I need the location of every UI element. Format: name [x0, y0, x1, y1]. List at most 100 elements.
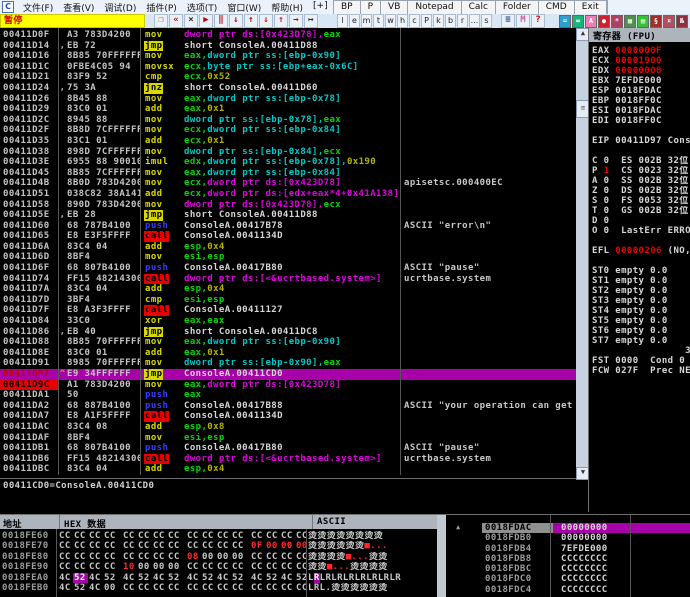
register-line[interactable]: EBP 0018FF0C: [589, 96, 690, 106]
disasm-row[interactable]: 00411D168B85 70FFFFFFmoveax,dword ptr ss…: [0, 51, 576, 62]
window-icon[interactable]: M: [516, 14, 530, 28]
quick-button-p[interactable]: P: [361, 1, 381, 14]
disassembly-pane[interactable]: 00411D0FA3 783D4200movdword ptr ds:[0x42…: [0, 28, 576, 512]
plugin-icon-7[interactable]: ▤: [637, 15, 649, 28]
letter-button-P[interactable]: P: [421, 14, 432, 28]
menu-item-1[interactable]: 查看(V): [58, 0, 99, 15]
letter-button-w[interactable]: w: [385, 14, 396, 28]
disasm-row[interactable]: 00411D6A83C4 04addesp,0x4: [0, 242, 576, 253]
animate-into-icon[interactable]: ⇓: [259, 14, 273, 28]
open-file-icon[interactable]: ❐: [154, 14, 168, 28]
dump-row[interactable]: 0018FE80CCCCCCCCCCCCCCCC08000000CCCCCCCC…: [0, 552, 437, 562]
dump-row[interactable]: 0018FE70CCCCCCCCCCCCCCCCCCCCCCCC0F000000…: [0, 541, 437, 551]
plugin-icon-1[interactable]: =: [559, 15, 571, 28]
disasm-row[interactable]: 00411D8433C0xoreax,eax: [0, 316, 576, 327]
disasm-row[interactable]: 00411D3E6955 88 9001000imuledx,dword ptr…: [0, 157, 576, 168]
disasm-row[interactable]: 00411D51038C82 38A14100addecx,dword ptr …: [0, 189, 576, 200]
disasm-row[interactable]: 00411D5E,EB 28jmpshort ConsoleA.00411D88: [0, 210, 576, 221]
disasm-row[interactable]: 00411D24,75 3Ajnzshort ConsoleA.00411D60: [0, 83, 576, 94]
plugin-icon-2[interactable]: ∞: [572, 15, 584, 28]
register-line[interactable]: ST0 empty 0.0: [589, 266, 690, 276]
register-line[interactable]: EIP 00411D97 ConsoleA.00411D97: [589, 136, 690, 146]
disassembly-scrollbar[interactable]: ▲ ≡ ▼: [576, 28, 588, 478]
dump-row[interactable]: 0018FE60CCCCCCCCCCCCCCCCCCCCCCCCCCCCCCCC…: [0, 531, 437, 541]
menu-item-0[interactable]: 文件(F): [18, 0, 58, 15]
disasm-row[interactable]: 00411DB6FF15 48214300calldword ptr ds:[<…: [0, 454, 576, 465]
column-divider[interactable]: [400, 28, 401, 475]
restart-icon[interactable]: «: [169, 14, 183, 28]
quick-button-notepad[interactable]: Notepad: [408, 1, 461, 14]
quick-button-bp[interactable]: BP: [334, 1, 361, 14]
register-line[interactable]: EDI 0018FF0C: [589, 116, 690, 126]
register-line[interactable]: ST3 empty 0.0: [589, 296, 690, 306]
stack-row[interactable]: 0018FDAC00000000: [446, 523, 690, 533]
disasm-row[interactable]: 00411D38898D 7CFFFFFFmovdword ptr ss:[eb…: [0, 147, 576, 158]
plugin-icon-6[interactable]: ▦: [624, 15, 636, 28]
disasm-row[interactable]: 00411D7A83C4 04addesp,0x4: [0, 284, 576, 295]
plugin-icon-9[interactable]: ¤: [663, 15, 675, 28]
stack-row[interactable]: 0018FDB000000000: [446, 533, 690, 543]
run-icon[interactable]: ▶: [199, 14, 213, 28]
disasm-row[interactable]: 00411D458B85 7CFFFFFFmoveax,dword ptr ss…: [0, 168, 576, 179]
quick-button-exit[interactable]: Exit: [575, 1, 607, 14]
register-line[interactable]: D 0: [589, 216, 690, 226]
disasm-row[interactable]: 00411D58890D 783D4200movdword ptr ds:[0x…: [0, 200, 576, 211]
disasm-row[interactable]: 00411D86,EB 40jmpshort ConsoleA.00411DC8: [0, 327, 576, 338]
letter-button-k[interactable]: k: [433, 14, 444, 28]
register-line[interactable]: ST6 empty 0.0: [589, 326, 690, 336]
column-divider[interactable]: [306, 529, 307, 597]
disasm-row[interactable]: 00411DA7E8 A1F5FFFFcallConsoleA.0041134D: [0, 411, 576, 422]
disasm-row[interactable]: 00411D268B45 88moveax,dword ptr ss:[ebp-…: [0, 94, 576, 105]
disasm-row[interactable]: 00411D2C8945 88movdword ptr ss:[ebp-0x78…: [0, 115, 576, 126]
register-line[interactable]: Z 0 DS 002B 32位 0(FFFFFFFF): [589, 186, 690, 196]
disasm-row[interactable]: 00411D2183F9 52cmpecx,0x52: [0, 72, 576, 83]
stack-row[interactable]: 0018FDC4CCCCCCCC: [446, 585, 690, 595]
register-line[interactable]: ESI 0018FDAC: [589, 106, 690, 116]
dump-scrollbar[interactable]: [437, 514, 446, 597]
step-into-icon[interactable]: ↓: [229, 14, 243, 28]
letter-button-t[interactable]: t: [373, 14, 384, 28]
quick-button-vb[interactable]: VB: [381, 1, 408, 14]
plugin-icon-3[interactable]: A: [585, 15, 597, 28]
help-icon[interactable]: ?: [531, 14, 545, 28]
register-line[interactable]: EBX 7EFDE000: [589, 76, 690, 86]
options-list-icon[interactable]: ≡: [501, 14, 515, 28]
letter-button-s[interactable]: s: [481, 14, 492, 28]
stack-row[interactable]: 0018FDB8CCCCCCCC: [446, 554, 690, 564]
stack-row[interactable]: 0018FDBCCCCCCCCC: [446, 564, 690, 574]
disasm-row[interactable]: 00411D0FA3 783D4200movdword ptr ds:[0x42…: [0, 30, 576, 41]
memory-dump-pane[interactable]: 地址 HEX 数据 ASCII 0018FE60CCCCCCCCCCCCCCCC…: [0, 514, 437, 597]
register-line[interactable]: ST7 empty 0.0: [589, 336, 690, 346]
menu-item-4[interactable]: 选项(T): [182, 0, 223, 15]
register-line[interactable]: ECX 00001900: [589, 56, 690, 66]
stack-row[interactable]: 0018FDB47EFDE000: [446, 544, 690, 554]
register-line[interactable]: ST1 empty 0.0: [589, 276, 690, 286]
disasm-row[interactable]: 00411DA268 887B4100pushConsoleA.00417B88…: [0, 401, 576, 412]
menu-item-7[interactable]: [+]: [308, 0, 333, 15]
execute-till-return-icon[interactable]: →: [289, 14, 303, 28]
dump-row[interactable]: 0018FEA04C524C524C524C524C524C524C524C52…: [0, 573, 437, 583]
register-line[interactable]: T 0 GS 002B 32位 0(FFFFFFFF): [589, 206, 690, 216]
plugin-icon-4[interactable]: ●: [598, 15, 610, 28]
registers-pane[interactable]: 寄存器 (FPU) EAX 0000000FECX 00001900EDX 00…: [588, 28, 690, 512]
quick-button-calc[interactable]: Calc: [462, 1, 496, 14]
register-line[interactable]: ST2 empty 0.0: [589, 286, 690, 296]
register-line[interactable]: C 0 ES 002B 32位 0(FFFFFFFF): [589, 156, 690, 166]
pause-icon[interactable]: ‖: [214, 14, 228, 28]
disasm-row[interactable]: 00411D918985 70FFFFFFmovdword ptr ss:[eb…: [0, 358, 576, 369]
menu-item-2[interactable]: 调试(D): [99, 0, 141, 15]
register-line[interactable]: ST5 empty 0.0: [589, 316, 690, 326]
register-line[interactable]: P 1 CS 0023 32位 0(FFFFFFFF): [589, 166, 690, 176]
register-line[interactable]: EFL 00000206 (NO,NB,NE,A,NS,PE,GE,G): [589, 246, 690, 256]
go-to-icon[interactable]: ↦: [304, 14, 318, 28]
register-line[interactable]: 3 2 1 0: [589, 346, 690, 356]
register-line[interactable]: A 0 SS 002B 32位 0(FFFFFFFF): [589, 176, 690, 186]
disasm-row[interactable]: 00411D74FF15 48214300calldword ptr ds:[<…: [0, 274, 576, 285]
register-line[interactable]: EDX 00000008: [589, 66, 690, 76]
disasm-row[interactable]: 00411D6D8BF4movesi,esp: [0, 252, 576, 263]
stack-pane[interactable]: ▲ 0018FDAC000000000018FDB0000000000018FD…: [446, 514, 690, 597]
disasm-row[interactable]: 00411DB168 807B4100pushConsoleA.00417B80…: [0, 443, 576, 454]
letter-button-r[interactable]: r: [457, 14, 468, 28]
disasm-row[interactable]: 00411DAF8BF4movesi,esp: [0, 433, 576, 444]
column-divider[interactable]: [550, 515, 551, 597]
